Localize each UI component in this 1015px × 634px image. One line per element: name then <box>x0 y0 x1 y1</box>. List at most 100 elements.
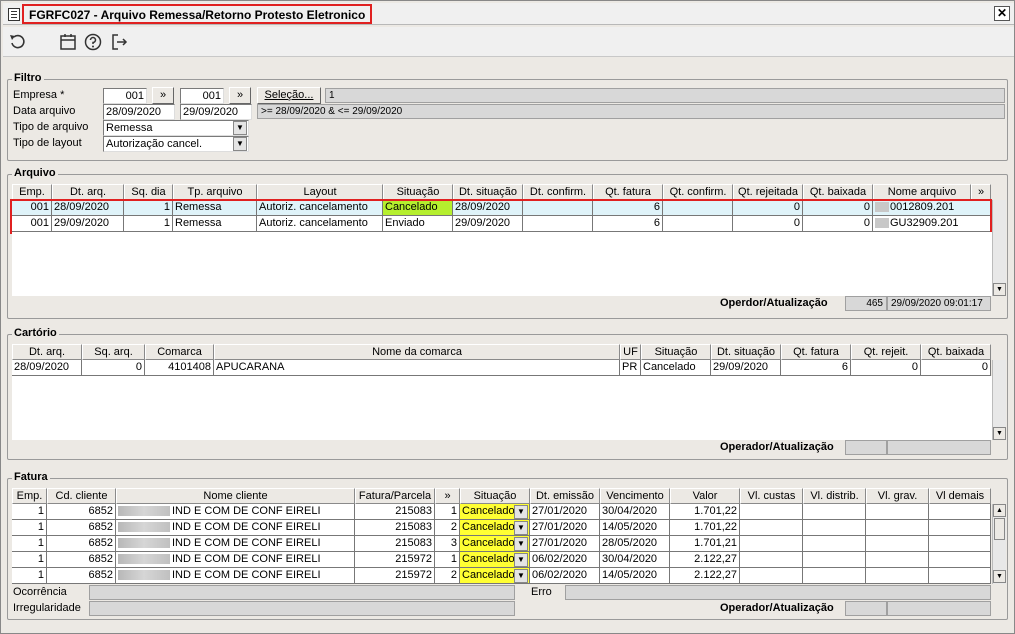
nome-arquivo-text: GU32909.201 <box>890 217 959 229</box>
col-dt-emissao[interactable]: Dt. emissão <box>530 488 600 504</box>
col-emp[interactable]: Emp. <box>12 184 52 200</box>
undo-icon[interactable] <box>8 32 28 52</box>
filtro-title: Filtro <box>12 72 44 84</box>
cell-dt-emissao: 06/02/2020 <box>530 552 600 568</box>
window-title: FGRFC027 - Arquivo Remessa/Retorno Prote… <box>22 4 373 24</box>
tipo-arquivo-select[interactable]: Remessa <box>103 120 249 136</box>
data-to-input[interactable]: 29/09/2020 <box>180 104 252 120</box>
col-nome-cliente[interactable]: Nome cliente <box>116 488 355 504</box>
erro-field <box>565 585 991 600</box>
cell-sq-dia: 1 <box>124 200 173 216</box>
table-row[interactable]: 1 6852 IND E COM DE CONF EIRELI 215083 3… <box>12 536 991 552</box>
cell-situacao[interactable]: Cancelado ▼ <box>460 552 530 568</box>
scroll-down-icon[interactable]: ▼ <box>993 427 1006 440</box>
col-vl-grav[interactable]: Vl. grav. <box>866 488 929 504</box>
chevron-down-icon[interactable]: ▼ <box>514 569 528 583</box>
col-vencimento[interactable]: Vencimento <box>600 488 670 504</box>
table-row[interactable]: 1 6852 IND E COM DE CONF EIRELI 215972 1… <box>12 552 991 568</box>
empresa-to-input[interactable]: 001 <box>180 88 224 104</box>
col-dt-confirm[interactable]: Dt. confirm. <box>523 184 593 200</box>
col-qt-rejeit[interactable]: Qt. rejeit. <box>851 344 921 360</box>
col-dt-arq[interactable]: Dt. arq. <box>52 184 124 200</box>
col-uf[interactable]: UF <box>620 344 641 360</box>
col-layout[interactable]: Layout <box>257 184 383 200</box>
cell-fatura: 215083 <box>355 520 435 536</box>
empresa-from-input[interactable]: 001 <box>103 88 147 104</box>
col-qt-baixada[interactable]: Qt. baixada <box>921 344 991 360</box>
scroll-down-icon[interactable]: ▼ <box>993 283 1006 296</box>
col-fatura-parcela[interactable]: Fatura/Parcela <box>355 488 435 504</box>
col-dt-situacao[interactable]: Dt. situação <box>453 184 523 200</box>
fatura-operador-datetime <box>887 601 991 616</box>
help-icon[interactable] <box>83 32 103 52</box>
table-row[interactable]: 1 6852 IND E COM DE CONF EIRELI 215083 1… <box>12 504 991 520</box>
col-valor[interactable]: Valor <box>670 488 740 504</box>
cell-situacao[interactable]: Cancelado ▼ <box>460 520 530 536</box>
tipo-layout-select[interactable]: Autorização cancel. <box>103 136 249 152</box>
arquivo-scrollbar[interactable]: ▼ <box>992 200 1006 296</box>
col-tp-arquivo[interactable]: Tp. arquivo <box>173 184 257 200</box>
scroll-down-icon[interactable]: ▼ <box>993 570 1006 583</box>
scroll-thumb[interactable] <box>994 518 1005 540</box>
chevron-down-icon[interactable]: ▼ <box>514 537 528 551</box>
selecao-button[interactable]: Seleção... <box>257 87 321 104</box>
cell-emp: 1 <box>12 520 47 536</box>
col-qt-confirm[interactable]: Qt. confirm. <box>663 184 733 200</box>
cell-situacao[interactable]: Cancelado ▼ <box>460 504 530 520</box>
table-row[interactable]: 1 6852 IND E COM DE CONF EIRELI 215083 2… <box>12 520 991 536</box>
col-vl-demais[interactable]: Vl demais <box>929 488 991 504</box>
chevron-down-icon[interactable]: ▼ <box>514 553 528 567</box>
col-sq-arq[interactable]: Sq. arq. <box>82 344 145 360</box>
table-row[interactable]: 28/09/2020 0 4101408 APUCARANA PR Cancel… <box>12 360 991 376</box>
col-emp[interactable]: Emp. <box>12 488 47 504</box>
col-qt-fatura[interactable]: Qt. fatura <box>593 184 663 200</box>
redacted-mark <box>118 522 170 533</box>
cell-vencimento: 14/05/2020 <box>600 520 670 536</box>
col-more-button[interactable]: » <box>435 488 460 504</box>
col-nome-comarca[interactable]: Nome da comarca <box>214 344 620 360</box>
cell-qt-confirm <box>663 200 733 216</box>
table-row[interactable]: 1 6852 IND E COM DE CONF EIRELI 215972 2… <box>12 568 991 584</box>
fatura-scrollbar[interactable]: ▲ ▼ <box>992 504 1006 584</box>
col-qt-baixada[interactable]: Qt. baixada <box>803 184 873 200</box>
arquivo-operador-code: 465 <box>845 296 887 311</box>
calendar-icon[interactable] <box>58 32 78 52</box>
col-qt-fatura[interactable]: Qt. fatura <box>781 344 851 360</box>
col-qt-rejeitada[interactable]: Qt. rejeitada <box>733 184 803 200</box>
tipo-layout-dropdown-icon[interactable]: ▼ <box>233 137 247 151</box>
fatura-grid-header: Emp. Cd. cliente Nome cliente Fatura/Par… <box>12 488 991 504</box>
cell-vl-demais <box>929 552 991 568</box>
cell-valor: 2.122,27 <box>670 568 740 584</box>
cell-sq-dia: 1 <box>124 216 173 232</box>
col-more-button[interactable]: » <box>971 184 991 200</box>
tipo-arquivo-dropdown-icon[interactable]: ▼ <box>233 121 247 135</box>
exit-icon[interactable] <box>109 32 129 52</box>
col-dt-arq[interactable]: Dt. arq. <box>12 344 82 360</box>
col-comarca[interactable]: Comarca <box>145 344 214 360</box>
cell-situacao[interactable]: Cancelado ▼ <box>460 568 530 584</box>
col-cd-cliente[interactable]: Cd. cliente <box>47 488 116 504</box>
col-situacao[interactable]: Situação <box>460 488 530 504</box>
col-situacao[interactable]: Situação <box>383 184 453 200</box>
col-vl-custas[interactable]: Vl. custas <box>740 488 803 504</box>
cell-emp: 1 <box>12 568 47 584</box>
cell-situacao: Enviado <box>383 216 453 232</box>
chevron-down-icon[interactable]: ▼ <box>514 505 528 519</box>
empresa-to-lookup-button[interactable]: » <box>229 87 251 104</box>
cell-situacao[interactable]: Cancelado ▼ <box>460 536 530 552</box>
table-row[interactable]: 001 29/09/2020 1 Remessa Autoriz. cancel… <box>12 216 991 232</box>
col-sq-dia[interactable]: Sq. dia <box>124 184 173 200</box>
nome-cliente-text: IND E COM DE CONF EIRELI <box>172 505 321 517</box>
close-button[interactable]: ✕ <box>994 6 1010 21</box>
cell-cd-cliente: 6852 <box>47 536 116 552</box>
table-row[interactable]: 001 28/09/2020 1 Remessa Autoriz. cancel… <box>12 200 991 216</box>
empresa-from-lookup-button[interactable]: » <box>152 87 174 104</box>
col-vl-distrib[interactable]: Vl. distrib. <box>803 488 866 504</box>
col-situacao[interactable]: Situação <box>641 344 711 360</box>
cartorio-scrollbar[interactable]: ▼ <box>992 360 1006 440</box>
col-dt-situacao[interactable]: Dt. situação <box>711 344 781 360</box>
scroll-up-icon[interactable]: ▲ <box>993 504 1006 517</box>
chevron-down-icon[interactable]: ▼ <box>514 521 528 535</box>
col-nome-arquivo[interactable]: Nome arquivo <box>873 184 971 200</box>
data-from-input[interactable]: 28/09/2020 <box>103 104 175 120</box>
